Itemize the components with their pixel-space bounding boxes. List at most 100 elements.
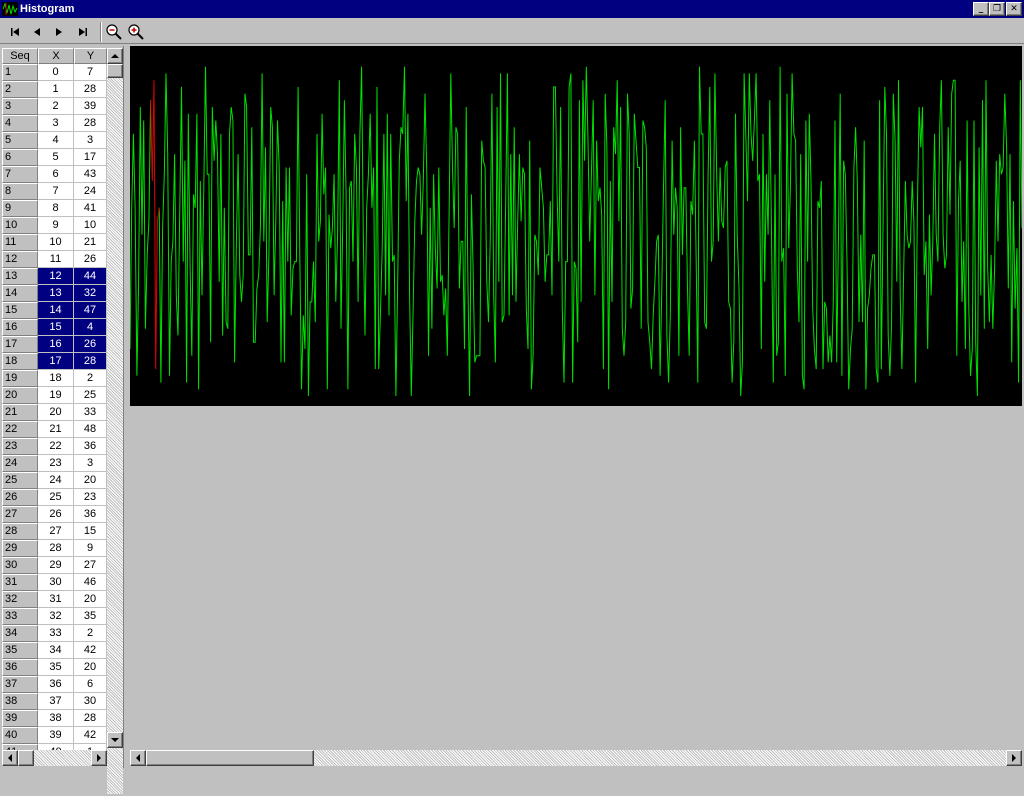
y-cell[interactable]: 27 bbox=[74, 557, 107, 574]
seq-cell[interactable]: 21 bbox=[2, 404, 38, 421]
seq-cell[interactable]: 4 bbox=[2, 115, 38, 132]
x-cell[interactable]: 31 bbox=[38, 591, 74, 608]
y-cell[interactable]: 28 bbox=[74, 710, 107, 727]
seq-cell[interactable]: 38 bbox=[2, 693, 38, 710]
y-cell[interactable]: 17 bbox=[74, 149, 107, 166]
seq-cell[interactable]: 7 bbox=[2, 166, 38, 183]
table-row[interactable]: 38 37 30 bbox=[2, 693, 107, 710]
seq-cell[interactable]: 36 bbox=[2, 659, 38, 676]
y-cell[interactable]: 44 bbox=[74, 268, 107, 285]
y-cell[interactable]: 7 bbox=[74, 64, 107, 81]
column-header-y[interactable]: Y bbox=[74, 48, 107, 64]
table-row[interactable]: 21 20 33 bbox=[2, 404, 107, 421]
table-row[interactable]: 26 25 23 bbox=[2, 489, 107, 506]
table-row[interactable]: 3 2 39 bbox=[2, 98, 107, 115]
seq-cell[interactable]: 23 bbox=[2, 438, 38, 455]
last-record-button[interactable] bbox=[72, 22, 94, 42]
x-cell[interactable]: 28 bbox=[38, 540, 74, 557]
plot-scroll-right-button[interactable] bbox=[1006, 750, 1022, 766]
x-cell[interactable]: 2 bbox=[38, 98, 74, 115]
seq-cell[interactable]: 24 bbox=[2, 455, 38, 472]
seq-cell[interactable]: 13 bbox=[2, 268, 38, 285]
x-cell[interactable]: 12 bbox=[38, 268, 74, 285]
table-row[interactable]: 30 29 27 bbox=[2, 557, 107, 574]
x-cell[interactable]: 17 bbox=[38, 353, 74, 370]
y-cell[interactable]: 48 bbox=[74, 421, 107, 438]
x-cell[interactable]: 5 bbox=[38, 149, 74, 166]
table-row[interactable]: 2 1 28 bbox=[2, 81, 107, 98]
table-row[interactable]: 37 36 6 bbox=[2, 676, 107, 693]
seq-cell[interactable]: 5 bbox=[2, 132, 38, 149]
seq-cell[interactable]: 14 bbox=[2, 285, 38, 302]
x-cell[interactable]: 24 bbox=[38, 472, 74, 489]
table-row[interactable]: 11 10 21 bbox=[2, 234, 107, 251]
y-cell[interactable]: 20 bbox=[74, 591, 107, 608]
x-cell[interactable]: 32 bbox=[38, 608, 74, 625]
seq-cell[interactable]: 10 bbox=[2, 217, 38, 234]
minimize-button[interactable]: _ bbox=[973, 2, 989, 16]
data-grid[interactable]: Seq X Y 1 0 7 2 1 28 3 2 39 4 3 28 5 4 3 6 5 17 7 6 43 8 7 24 9 8… bbox=[0, 46, 124, 794]
seq-cell[interactable]: 29 bbox=[2, 540, 38, 557]
table-row[interactable]: 107 bbox=[2, 64, 107, 81]
x-cell[interactable]: 33 bbox=[38, 625, 74, 642]
x-cell[interactable]: 37 bbox=[38, 693, 74, 710]
seq-cell[interactable]: 3 bbox=[2, 98, 38, 115]
y-cell[interactable]: 42 bbox=[74, 642, 107, 659]
x-cell[interactable]: 36 bbox=[38, 676, 74, 693]
x-cell[interactable]: 38 bbox=[38, 710, 74, 727]
y-cell[interactable]: 35 bbox=[74, 608, 107, 625]
x-cell[interactable]: 7 bbox=[38, 183, 74, 200]
x-cell[interactable]: 30 bbox=[38, 574, 74, 591]
y-cell[interactable]: 41 bbox=[74, 200, 107, 217]
column-header-x[interactable]: X bbox=[38, 48, 74, 64]
zoom-out-button[interactable] bbox=[103, 22, 125, 42]
table-row[interactable]: 36 35 20 bbox=[2, 659, 107, 676]
x-cell[interactable]: 16 bbox=[38, 336, 74, 353]
seq-cell[interactable]: 17 bbox=[2, 336, 38, 353]
seq-cell[interactable]: 9 bbox=[2, 200, 38, 217]
seq-cell[interactable]: 2 bbox=[2, 81, 38, 98]
table-row[interactable]: 24 23 3 bbox=[2, 455, 107, 472]
grid-vertical-scroll-thumb[interactable] bbox=[107, 64, 123, 78]
x-cell[interactable]: 20 bbox=[38, 404, 74, 421]
y-cell[interactable]: 47 bbox=[74, 302, 107, 319]
y-cell[interactable]: 4 bbox=[74, 319, 107, 336]
y-cell[interactable]: 3 bbox=[74, 455, 107, 472]
seq-cell[interactable]: 12 bbox=[2, 251, 38, 268]
y-cell[interactable]: 25 bbox=[74, 387, 107, 404]
seq-cell[interactable]: 22 bbox=[2, 421, 38, 438]
x-cell[interactable]: 34 bbox=[38, 642, 74, 659]
table-row[interactable]: 9 8 41 bbox=[2, 200, 107, 217]
seq-cell[interactable]: 16 bbox=[2, 319, 38, 336]
x-cell[interactable]: 3 bbox=[38, 115, 74, 132]
seq-cell[interactable]: 35 bbox=[2, 642, 38, 659]
plot-scroll-left-button[interactable] bbox=[130, 750, 146, 766]
table-row[interactable]: 32 31 20 bbox=[2, 591, 107, 608]
grid-vertical-scrollbar[interactable] bbox=[107, 48, 123, 794]
scroll-down-button[interactable] bbox=[107, 732, 123, 748]
seq-cell[interactable]: 11 bbox=[2, 234, 38, 251]
y-cell[interactable]: 46 bbox=[74, 574, 107, 591]
seq-cell[interactable]: 19 bbox=[2, 370, 38, 387]
y-cell[interactable]: 30 bbox=[74, 693, 107, 710]
x-cell[interactable]: 11 bbox=[38, 251, 74, 268]
seq-cell[interactable]: 34 bbox=[2, 625, 38, 642]
x-cell[interactable]: 22 bbox=[38, 438, 74, 455]
x-cell[interactable]: 8 bbox=[38, 200, 74, 217]
plot-horizontal-scroll-thumb[interactable] bbox=[146, 750, 314, 766]
y-cell[interactable]: 15 bbox=[74, 523, 107, 540]
table-row[interactable]: 28 27 15 bbox=[2, 523, 107, 540]
seq-cell[interactable]: 28 bbox=[2, 523, 38, 540]
y-cell[interactable]: 10 bbox=[74, 217, 107, 234]
y-cell[interactable]: 32 bbox=[74, 285, 107, 302]
seq-cell[interactable]: 25 bbox=[2, 472, 38, 489]
x-cell[interactable]: 19 bbox=[38, 387, 74, 404]
seq-cell[interactable]: 31 bbox=[2, 574, 38, 591]
y-cell[interactable]: 26 bbox=[74, 251, 107, 268]
maximize-button[interactable]: ❐ bbox=[989, 2, 1005, 16]
x-cell[interactable]: 6 bbox=[38, 166, 74, 183]
y-cell[interactable]: 28 bbox=[74, 81, 107, 98]
y-cell[interactable]: 24 bbox=[74, 183, 107, 200]
table-row[interactable]: 13 12 44 bbox=[2, 268, 107, 285]
table-row[interactable]: 6 5 17 bbox=[2, 149, 107, 166]
